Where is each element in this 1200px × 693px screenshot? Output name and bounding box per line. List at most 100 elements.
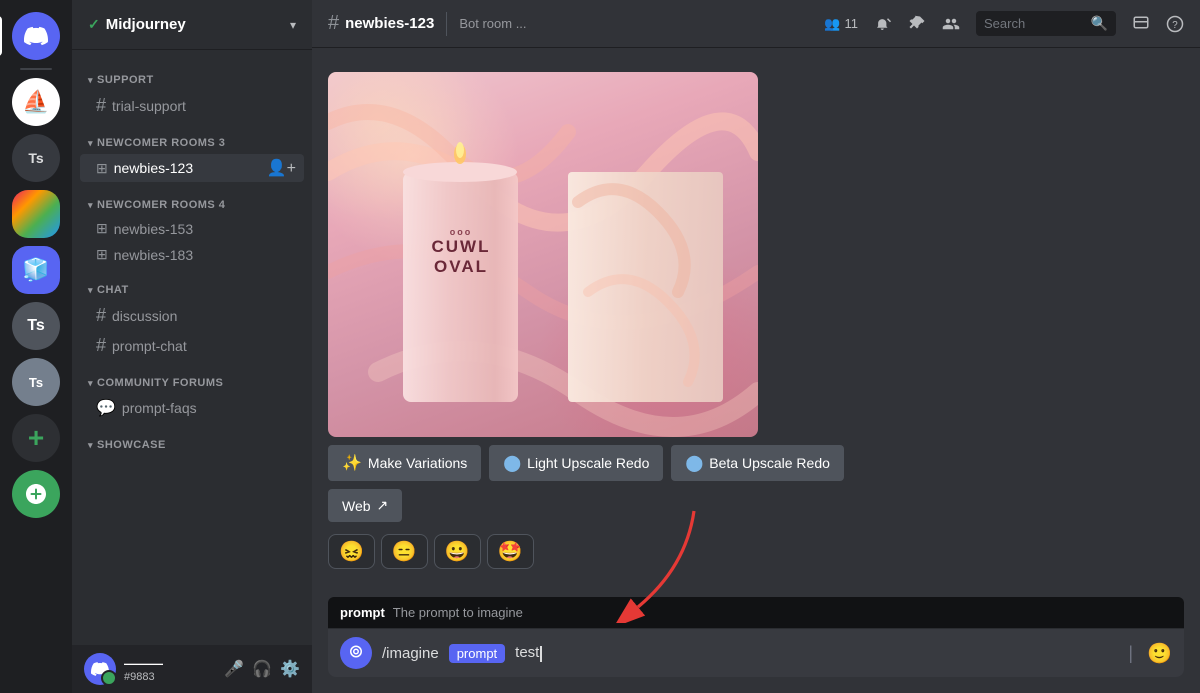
- channel-list: ▾ SUPPORT # trial-support ▾ NEWCOMER ROO…: [72, 50, 312, 645]
- server-icon-discord[interactable]: [12, 12, 60, 60]
- web-button[interactable]: Web ↗: [328, 489, 402, 522]
- category-showcase[interactable]: ▾ SHOWCASE: [72, 423, 312, 455]
- emoji-reaction-3[interactable]: 😀: [434, 534, 481, 569]
- inbox-icon[interactable]: [1132, 15, 1150, 33]
- channel-newbies-183[interactable]: ⊞ newbies-183: [80, 242, 304, 267]
- add-member-icon[interactable]: 👤+: [267, 158, 296, 178]
- text-cursor: [540, 646, 542, 662]
- make-variations-button[interactable]: ✨ Make Variations: [328, 445, 481, 481]
- channel-prompt-faqs[interactable]: 💬 prompt-faqs: [80, 394, 304, 422]
- emoji-reaction-2[interactable]: 😑: [381, 534, 428, 569]
- search-bar[interactable]: 🔍: [976, 11, 1116, 36]
- bot-avatar: [340, 637, 372, 669]
- channel-trial-support[interactable]: # trial-support: [80, 91, 304, 120]
- action-buttons-row2: Web ↗: [328, 489, 1184, 522]
- category-arrow: ▾: [88, 200, 93, 211]
- mute-icon[interactable]: 🎤: [224, 659, 244, 679]
- topbar-divider: [446, 12, 447, 36]
- category-arrow: ▾: [88, 138, 93, 149]
- cursor-separator: |: [1128, 643, 1133, 664]
- channel-sidebar: ✓ Midjourney ▾ ▾ SUPPORT # trial-support…: [72, 0, 312, 693]
- channel-hash-icon: ⊞: [96, 220, 108, 237]
- input-field[interactable]: /imagine prompt test | 🙂: [328, 629, 1184, 677]
- search-input[interactable]: [984, 16, 1085, 31]
- members-icon: 👥: [824, 16, 840, 32]
- candle-scene: ooo CUWL OVAL: [328, 72, 758, 437]
- channel-hash-icon: #: [96, 335, 106, 356]
- channel-hash-icon: #: [96, 95, 106, 116]
- prompt-tag: prompt: [449, 644, 505, 663]
- category-chat[interactable]: ▾ CHAT: [72, 268, 312, 300]
- headset-icon[interactable]: 🎧: [252, 659, 272, 679]
- user-discriminator: #9883: [124, 671, 163, 683]
- server-icon-ts1[interactable]: Ts: [12, 134, 60, 182]
- pin-icon[interactable]: [908, 15, 926, 33]
- server-sidebar: ⛵ Ts 🧊 Ts Ts +: [0, 0, 72, 693]
- svg-text:?: ?: [1172, 19, 1178, 30]
- server-dropdown-arrow: ▾: [290, 18, 296, 32]
- emoji-picker-button[interactable]: 🙂: [1147, 641, 1172, 666]
- footer-icons: 🎤 🎧 ⚙️: [224, 659, 300, 679]
- channel-newbies-123[interactable]: ⊞ newbies-123 👤+: [80, 154, 304, 182]
- server-name: ✓ Midjourney: [88, 16, 186, 33]
- settings-icon[interactable]: ⚙️: [280, 659, 300, 679]
- help-icon[interactable]: ?: [1166, 15, 1184, 33]
- category-newcomer-3[interactable]: ▾ NEWCOMER ROOMS 3: [72, 121, 312, 153]
- user-footer: ——— #9883 🎤 🎧 ⚙️: [72, 645, 312, 693]
- server-divider: [20, 68, 52, 70]
- category-forums[interactable]: ▾ COMMUNITY FORUMS: [72, 361, 312, 393]
- user-avatar: [84, 653, 116, 685]
- channel-discussion[interactable]: # discussion: [80, 301, 304, 330]
- members-count: 👥 11: [824, 16, 858, 32]
- light-upscale-redo-button[interactable]: ⬤ Light Upscale Redo: [489, 445, 663, 481]
- channel-hash-icon: ⊞: [96, 160, 108, 177]
- category-support[interactable]: ▾ SUPPORT: [72, 58, 312, 90]
- web-link-icon: ↗: [377, 497, 389, 514]
- channel-prompt-chat[interactable]: # prompt-chat: [80, 331, 304, 360]
- username: ———: [124, 656, 163, 671]
- server-icon-t[interactable]: Ts: [12, 302, 60, 350]
- emoji-reaction-1[interactable]: 😖: [328, 534, 375, 569]
- message-container: ooo CUWL OVAL ✨ Make Variations ⬤ Light …: [328, 64, 1184, 581]
- channel-hash-icon: #: [96, 305, 106, 326]
- server-icon-sail[interactable]: ⛵: [12, 78, 60, 126]
- forum-icon: 💬: [96, 398, 116, 418]
- server-header[interactable]: ✓ Midjourney ▾: [72, 0, 312, 50]
- emoji-reactions: 😖 😑 😀 🤩: [328, 530, 1184, 573]
- beta-upscale-redo-button[interactable]: ⬤ Beta Upscale Redo: [671, 445, 844, 481]
- topbar-description: Bot room ...: [459, 16, 526, 31]
- category-arrow: ▾: [88, 378, 93, 389]
- category-newcomer-4[interactable]: ▾ NEWCOMER ROOMS 4: [72, 183, 312, 215]
- generated-image: ooo CUWL OVAL: [328, 72, 758, 437]
- topbar-hash-icon: #: [328, 12, 339, 35]
- main-content: # newbies-123 Bot room ... 👥 11 🔍: [312, 0, 1200, 693]
- topbar-right: 👥 11 🔍 ?: [824, 11, 1184, 36]
- topbar: # newbies-123 Bot room ... 👥 11 🔍: [312, 0, 1200, 48]
- slash-command-tooltip: prompt The prompt to imagine: [328, 597, 1184, 629]
- slash-command-text: /imagine: [382, 645, 439, 662]
- channel-newbies-153[interactable]: ⊞ newbies-153: [80, 216, 304, 241]
- light-upscale-icon: ⬤: [503, 453, 521, 473]
- verified-checkmark: ✓: [88, 16, 100, 33]
- user-info: ——— #9883: [124, 656, 163, 683]
- channel-hash-icon: ⊞: [96, 246, 108, 263]
- server-icon-ts2[interactable]: Ts: [12, 358, 60, 406]
- members-list-icon[interactable]: [942, 15, 960, 33]
- notification-icon[interactable]: [874, 15, 892, 33]
- server-icon-green[interactable]: [12, 470, 60, 518]
- topbar-channel-name: # newbies-123: [328, 12, 434, 35]
- add-server-button[interactable]: +: [12, 414, 60, 462]
- chat-area: ooo CUWL OVAL ✨ Make Variations ⬤ Light …: [312, 48, 1200, 597]
- candle-subtitle: OVAL: [416, 257, 506, 277]
- search-icon: 🔍: [1091, 15, 1108, 32]
- category-arrow: ▾: [88, 75, 93, 86]
- make-variations-icon: ✨: [342, 453, 362, 473]
- input-text-value[interactable]: test: [515, 644, 1114, 661]
- category-arrow: ▾: [88, 285, 93, 296]
- beta-upscale-icon: ⬤: [685, 453, 703, 473]
- emoji-reaction-4[interactable]: 🤩: [487, 534, 534, 569]
- server-icon-colorful[interactable]: [12, 190, 60, 238]
- action-buttons-row1: ✨ Make Variations ⬤ Light Upscale Redo ⬤…: [328, 445, 1184, 481]
- candle-brand: CUWL: [416, 237, 506, 257]
- server-icon-purple[interactable]: 🧊: [12, 246, 60, 294]
